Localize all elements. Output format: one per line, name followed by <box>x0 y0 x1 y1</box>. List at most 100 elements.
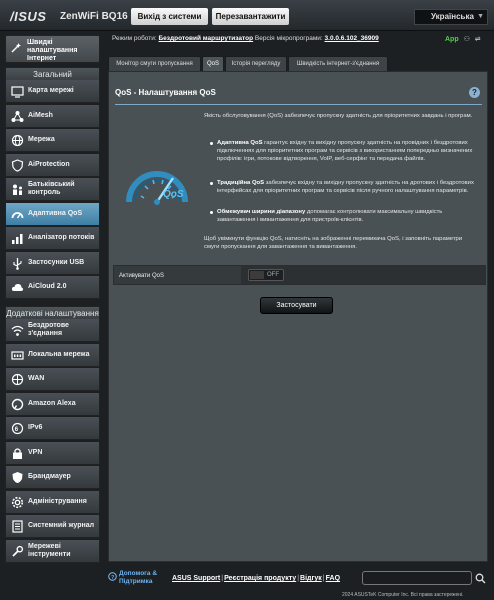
sidebar-item-label: Бездротове з'єднання <box>28 322 69 337</box>
usb-icon <box>13 257 22 270</box>
logout-button[interactable]: Вихід з системи <box>131 8 208 25</box>
firmware-label: Версія мікропрограми: <box>254 35 323 42</box>
wand-icon <box>11 43 21 53</box>
sidebar-item-administration[interactable]: Адміністрування <box>5 490 100 514</box>
tab-web-history[interactable]: Історія перегляду <box>225 56 287 71</box>
tab-internet-speed[interactable]: Швидкість інтернет-з'єднання <box>288 56 388 71</box>
bullet-dot <box>210 182 213 185</box>
qos-enable-instructions: Щоб увімкнути функцію QoS, натисніть на … <box>204 236 463 250</box>
sidebar-item-label: Системний журнал <box>28 522 95 529</box>
enable-qos-label: Активувати QoS <box>119 273 164 279</box>
tab-bandwidth-monitor[interactable]: Монітор смуги пропускання <box>108 56 201 71</box>
qos-toggle[interactable]: OFF <box>248 269 284 281</box>
sidebar-item-network-map[interactable]: Карта мережі <box>5 80 100 103</box>
general-section-header: Загальний <box>5 67 100 81</box>
bullet-dot <box>210 142 213 145</box>
help-support-label: Допомога & Підтримка <box>119 570 158 585</box>
sidebar-item-wireless[interactable]: Бездротове з'єднання <box>5 319 100 342</box>
usb-status-icon[interactable]: ⇌ <box>475 36 481 43</box>
copyright: 2024 ASUSTeK Computer Inc. Всі права зас… <box>342 592 464 598</box>
help-support-icon: ? <box>108 572 117 581</box>
chevron-down-icon: ▼ <box>477 13 484 20</box>
sidebar-item-lan[interactable]: Локальна мережа <box>5 343 100 367</box>
quick-internet-setup-button[interactable]: Швидкі налаштування Інтернет <box>5 35 100 63</box>
sidebar-item-wan[interactable]: WAN <box>5 368 100 391</box>
sidebar-item-firewall[interactable]: Брандмауер <box>5 466 100 489</box>
apply-button[interactable]: Застосувати <box>260 297 333 314</box>
search-input[interactable] <box>362 571 486 585</box>
quick-setup-label: Швидкі налаштування Інтернет <box>27 39 78 62</box>
search-icon[interactable] <box>475 573 486 584</box>
asus-support-link[interactable]: ASUS Support <box>172 575 220 582</box>
aimesh-icon <box>11 110 24 122</box>
sidebar-item-aimesh[interactable]: AiMesh <box>5 104 100 128</box>
sidebar-item-label: IPv6 <box>28 424 43 431</box>
sidebar-item-usb[interactable]: Застосунки USB <box>5 251 100 275</box>
language-select[interactable]: Українська ▼ <box>414 9 488 25</box>
status-line: Режим роботи: Бездротовий маршрутизатор … <box>112 35 379 42</box>
firmware-version-link[interactable]: 3.0.0.6.102_36909 <box>325 35 379 42</box>
language-value: Українська <box>431 12 474 21</box>
parental-control-icon <box>13 184 22 195</box>
operation-mode-label: Режим роботи: <box>112 35 157 42</box>
sidebar-item-label: Аналізатор потоків <box>28 234 95 241</box>
sidebar-item-network-tools[interactable]: Мережеві інструменти <box>5 539 100 563</box>
sidebar-item-label: Мережеві інструменти <box>28 542 71 558</box>
sidebar-item-alexa[interactable]: Amazon Alexa <box>5 392 100 416</box>
toggle-knob <box>250 271 264 279</box>
firewall-icon <box>12 472 23 483</box>
sidebar-item-cloud[interactable]: AiCloud 2.0 <box>5 276 100 299</box>
adaptive-qos-bullet: Адаптивна QoS гарантує вхідну та вихідну… <box>217 140 473 162</box>
app-label[interactable]: App <box>445 36 459 43</box>
sidebar-item-label: Мережа <box>28 136 55 143</box>
sidebar-item-label: WAN <box>28 375 45 382</box>
sidebar-item-traffic-analyzer[interactable]: Аналізатор потоків <box>5 227 100 250</box>
sidebar-item-label: Застосунки USB <box>28 258 85 266</box>
lan-icon <box>11 350 24 360</box>
administration-icon <box>11 496 24 508</box>
help-icon[interactable]: ? <box>469 87 480 98</box>
ipv6-icon: 6 <box>11 422 24 435</box>
asus-logo[interactable]: /ISUS <box>10 9 46 24</box>
product-registration-link[interactable]: Реєстрація продукту <box>224 575 296 582</box>
sidebar-item-label: Локальна мережа <box>28 350 90 358</box>
sidebar-item-label: Батьківський контроль <box>28 181 75 196</box>
sidebar-item-vpn[interactable]: VPN <box>5 441 100 465</box>
sidebar-item-aiprotection[interactable]: AiProtection <box>5 153 100 177</box>
faq-link[interactable]: FAQ <box>326 575 340 582</box>
network-icon <box>11 134 24 147</box>
bandwidth-limiter-bullet: Обмежувач ширини діапазону допомагає кон… <box>217 209 443 223</box>
model-name: ZenWiFi BQ16 <box>60 11 128 22</box>
page-title: QoS - Налаштування QoS <box>115 88 216 97</box>
sidebar-item-parental-control[interactable]: Батьківський контроль <box>5 178 100 201</box>
wan-icon <box>11 373 24 386</box>
feedback-link[interactable]: Відгук <box>300 575 322 582</box>
sidebar-item-label: AiProtection <box>28 160 70 168</box>
svg-text:?: ? <box>111 575 114 581</box>
sidebar-item-label: Адміністрування <box>28 497 87 505</box>
tab-qos[interactable]: QoS <box>202 56 224 71</box>
reboot-button[interactable]: Перезавантажити <box>212 8 289 25</box>
qos-icon <box>11 211 24 218</box>
vpn-icon <box>13 447 22 459</box>
qos-panel: QoS - Налаштування QoS ? QoS Якість обсл… <box>108 71 488 562</box>
sidebar-item-label: Amazon Alexa <box>28 399 76 407</box>
system-log-icon <box>12 520 23 533</box>
sidebar-item-ipv6[interactable]: 6 IPv6 <box>5 417 100 440</box>
sidebar-item-label: Адаптивна QoS <box>28 209 83 217</box>
cloud-icon <box>11 283 24 291</box>
sidebar-item-label: Карта мережі <box>28 87 74 94</box>
wireless-icon <box>11 325 24 336</box>
operation-mode-link[interactable]: Бездротовий маршрутизатор <box>159 35 254 42</box>
network-map-icon <box>11 86 24 98</box>
sidebar-item-network[interactable]: Мережа <box>5 129 100 152</box>
toggle-state: OFF <box>267 272 279 278</box>
sidebar-item-qos[interactable]: Адаптивна QoS <box>5 202 100 226</box>
enable-qos-cell: OFF <box>241 266 485 284</box>
title-divider <box>115 104 482 105</box>
gauge-label: QoS <box>163 189 184 200</box>
person-icon[interactable]: ⚇ <box>464 36 470 43</box>
top-bar: /ISUS ZenWiFi BQ16 Вихід з системи Перез… <box>0 0 494 31</box>
sidebar-item-system-log[interactable]: Системний журнал <box>5 515 100 538</box>
traffic-analyzer-icon <box>12 234 23 244</box>
